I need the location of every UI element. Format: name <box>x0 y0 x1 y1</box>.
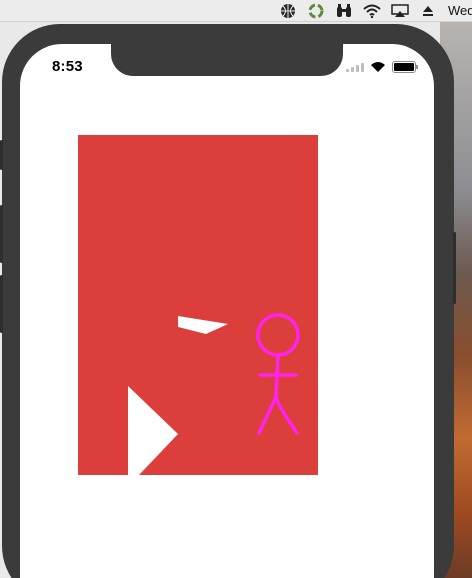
white-flying-shard <box>178 316 228 334</box>
device-power-button <box>453 232 456 304</box>
sync-icon[interactable] <box>302 0 330 22</box>
device-volume-up-button <box>0 205 3 263</box>
binoculars-icon[interactable] <box>330 0 358 22</box>
battery-icon <box>392 61 418 73</box>
cellular-signal-icon <box>346 62 364 72</box>
wifi-icon[interactable] <box>358 0 386 22</box>
player-stick-figure <box>256 313 300 435</box>
game-canvas[interactable] <box>78 135 318 475</box>
device-side-button <box>0 140 3 170</box>
white-triangle-obstacle <box>128 386 178 475</box>
player-head <box>256 313 300 357</box>
battery-level-fill <box>394 63 414 71</box>
macos-menu-bar: Wed <box>0 0 472 22</box>
player-right-leg-lower <box>278 405 299 435</box>
basketball-icon[interactable] <box>274 0 302 22</box>
device-volume-down-button <box>0 275 3 333</box>
airplay-icon[interactable] <box>386 0 414 22</box>
menu-bar-clock[interactable]: Wed <box>442 3 472 18</box>
device-notch <box>111 42 343 76</box>
game-scene <box>128 313 300 475</box>
eject-icon[interactable] <box>414 0 442 22</box>
wifi-status-icon <box>371 62 385 72</box>
status-bar-time: 8:53 <box>52 58 83 75</box>
player-left-leg <box>257 395 278 435</box>
status-bar-indicators <box>346 60 418 74</box>
